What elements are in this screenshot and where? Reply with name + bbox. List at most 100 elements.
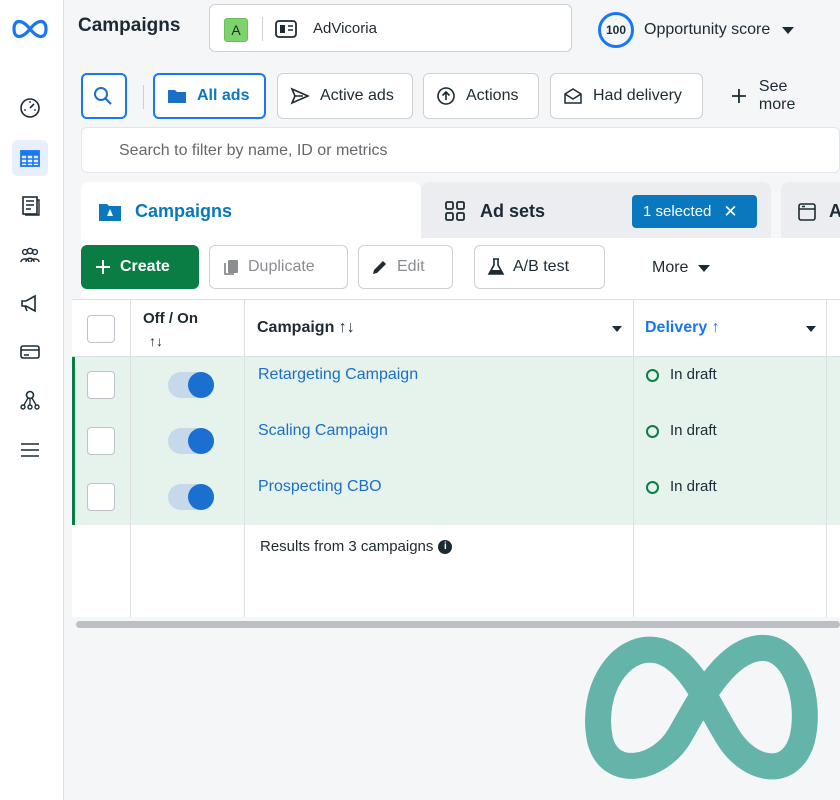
table-icon[interactable]	[12, 140, 48, 176]
opportunity-score-badge: 100	[598, 12, 634, 48]
see-more-button[interactable]: See more	[717, 73, 840, 119]
caret-down-icon	[698, 264, 711, 272]
edit-button[interactable]: Edit	[358, 245, 453, 289]
campaign-name-link[interactable]: Prospecting CBO	[258, 478, 382, 496]
flask-icon	[487, 258, 505, 275]
caret-down-icon[interactable]	[612, 326, 622, 332]
more-button[interactable]: More	[652, 259, 711, 277]
row-checkbox[interactable]	[87, 371, 115, 399]
table-row[interactable]: Retargeting Campaign In draft	[75, 357, 840, 413]
row-checkbox[interactable]	[87, 427, 115, 455]
sort-icon[interactable]: ↑↓	[149, 333, 163, 349]
delivery-header[interactable]: Delivery ↑	[645, 319, 720, 337]
dashboard-icon[interactable]	[12, 90, 48, 126]
results-text: Results from 3 campaigns	[260, 538, 434, 555]
filter-all-ads-label: All ads	[197, 87, 250, 104]
row-checkbox[interactable]	[87, 483, 115, 511]
filter-actions[interactable]: Actions	[423, 73, 539, 119]
selected-count: 1 selected	[643, 203, 712, 220]
info-icon[interactable]: i	[438, 539, 453, 554]
column-divider	[633, 299, 634, 617]
table-row[interactable]: Prospecting CBO In draft	[75, 469, 840, 525]
meta-logo-icon[interactable]	[10, 12, 50, 42]
account-selector[interactable]: A AdVicoria	[209, 4, 572, 52]
filter-all-ads[interactable]: All ads	[153, 73, 266, 119]
copy-icon	[224, 260, 238, 275]
edit-label: Edit	[397, 258, 425, 275]
status-dot-icon	[646, 425, 659, 438]
more-label: More	[652, 259, 689, 276]
tab-ads-label: A	[829, 201, 840, 221]
filter-had-delivery[interactable]: Had delivery	[550, 73, 703, 119]
tab-campaigns[interactable]: Campaigns	[81, 182, 421, 238]
graph-icon[interactable]	[12, 382, 48, 418]
opportunity-score-label: Opportunity score	[644, 21, 771, 38]
on-off-toggle[interactable]	[168, 428, 214, 454]
delivery-status: In draft	[670, 422, 717, 439]
search-button[interactable]	[81, 73, 127, 119]
divider	[143, 85, 144, 109]
tab-campaigns-label: Campaigns	[135, 201, 233, 221]
account-name: AdVicoria	[313, 20, 377, 37]
delivery-status: In draft	[670, 366, 717, 383]
close-icon[interactable]: ✕	[723, 202, 737, 222]
account-avatar: A	[224, 18, 248, 42]
top-bar: Campaigns A AdVicoria 100 Opportunity sc…	[64, 0, 840, 60]
people-icon[interactable]	[12, 238, 48, 274]
send-icon	[290, 87, 310, 105]
envelope-icon	[564, 88, 582, 104]
folder-icon	[168, 90, 186, 103]
off-on-header[interactable]: Off / On	[143, 310, 198, 327]
toggle-knob	[188, 428, 214, 454]
plus-icon	[96, 260, 110, 274]
select-all-checkbox[interactable]	[87, 315, 115, 343]
ab-test-label: A/B test	[513, 258, 570, 275]
status-dot-icon	[646, 369, 659, 382]
toolbar: Create Duplicate Edit A/B test More	[81, 238, 840, 299]
menu-icon[interactable]	[12, 432, 48, 468]
create-button[interactable]: Create	[81, 245, 199, 289]
selected-chip[interactable]: 1 selected ✕	[632, 195, 757, 228]
book-icon[interactable]	[12, 188, 48, 224]
results-summary: Results from 3 campaigns i	[260, 538, 453, 555]
card-icon[interactable]	[12, 334, 48, 370]
ad-window-icon	[798, 203, 816, 221]
campaign-header[interactable]: Campaign ↑↓	[257, 319, 355, 337]
opportunity-score[interactable]: 100 Opportunity score	[598, 12, 795, 48]
on-off-toggle[interactable]	[168, 484, 214, 510]
actions-icon	[437, 87, 455, 105]
tab-ads[interactable]: A	[781, 182, 840, 238]
caret-down-icon[interactable]	[806, 326, 816, 332]
filter-active-ads-label: Active ads	[320, 87, 394, 104]
plus-icon	[731, 89, 746, 103]
delivery-status: In draft	[670, 478, 717, 495]
filter-active-ads[interactable]: Active ads	[277, 73, 413, 119]
left-rail	[0, 0, 64, 800]
horizontal-scrollbar[interactable]	[76, 621, 840, 628]
column-divider	[130, 299, 131, 617]
ab-test-button[interactable]: A/B test	[474, 245, 605, 289]
duplicate-button[interactable]: Duplicate	[209, 245, 348, 289]
megaphone-icon[interactable]	[12, 286, 48, 322]
campaign-table: Off / On ↑↓ Campaign ↑↓ Delivery ↑ Retar…	[72, 299, 840, 617]
tab-ad-sets-label: Ad sets	[480, 201, 546, 221]
search-input[interactable]: Search to filter by name, ID or metrics	[81, 127, 840, 173]
filter-had-delivery-label: Had delivery	[593, 87, 682, 104]
column-divider	[244, 299, 245, 617]
ad-account-icon	[275, 20, 297, 38]
search-icon	[94, 87, 112, 105]
toggle-knob	[188, 372, 214, 398]
grid-icon	[445, 201, 465, 221]
selected-rows: Retargeting Campaign In draft Scaling Ca…	[72, 357, 840, 525]
table-row[interactable]: Scaling Campaign In draft	[75, 413, 840, 469]
on-off-toggle[interactable]	[168, 372, 214, 398]
table-header: Off / On ↑↓ Campaign ↑↓ Delivery ↑	[72, 299, 840, 357]
campaign-name-link[interactable]: Scaling Campaign	[258, 422, 388, 440]
campaign-folder-icon	[99, 204, 121, 221]
pencil-icon	[373, 261, 386, 274]
see-more-label: See more	[758, 78, 796, 113]
campaign-name-link[interactable]: Retargeting Campaign	[258, 366, 418, 384]
toggle-knob	[188, 484, 214, 510]
duplicate-label: Duplicate	[248, 258, 315, 275]
page-title: Campaigns	[78, 15, 181, 36]
